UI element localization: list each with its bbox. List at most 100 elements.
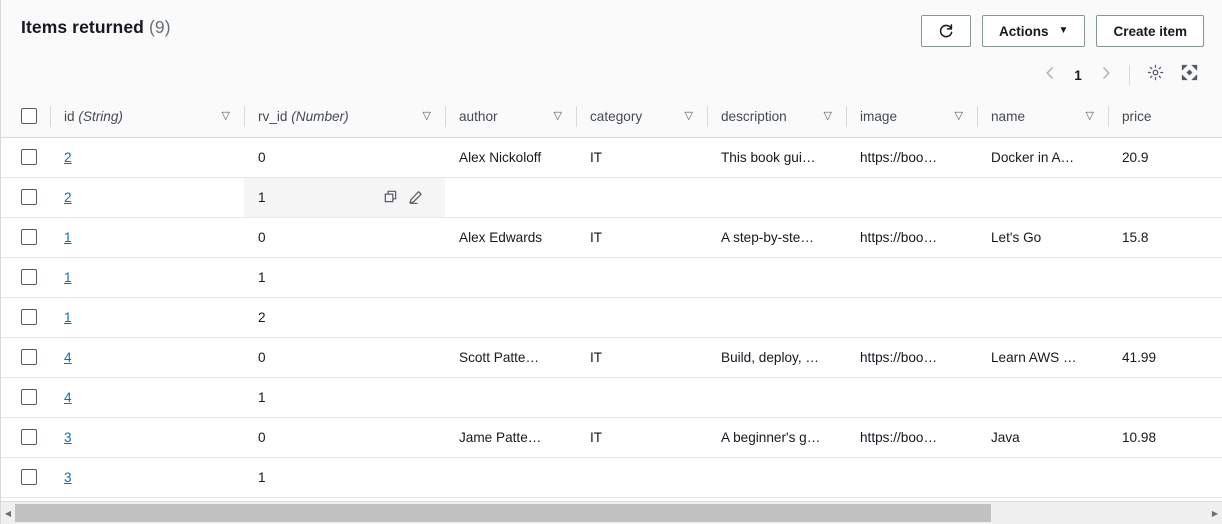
scrollbar-track[interactable] bbox=[15, 502, 1208, 524]
column-header-category: category ▽ bbox=[576, 96, 707, 138]
cell-id: 3 bbox=[50, 417, 244, 458]
actions-dropdown-button[interactable]: Actions ▼ bbox=[982, 15, 1086, 47]
item-id-link[interactable]: 3 bbox=[64, 430, 72, 445]
table-row[interactable]: 1 0 Alex Edwards IT A step-by-ste… https://bo… bbox=[1, 217, 1222, 258]
table-row[interactable]: 3 0 Jame Patte… IT A beginner's g… https://bo… bbox=[1, 417, 1222, 458]
item-id-link[interactable]: 2 bbox=[64, 190, 72, 205]
cell-image: https://boo… bbox=[846, 137, 977, 178]
sort-icon-rv-id[interactable]: ▽ bbox=[423, 110, 431, 122]
row-select-checkbox[interactable] bbox=[21, 349, 37, 365]
sort-icon-id[interactable]: ▽ bbox=[222, 110, 230, 122]
column-divider bbox=[244, 106, 245, 127]
table-row[interactable]: 11 bbox=[1, 257, 1222, 298]
row-select-checkbox[interactable] bbox=[21, 429, 37, 445]
row-select-cell bbox=[1, 217, 50, 258]
cell-category bbox=[576, 377, 707, 418]
scroll-left-arrow-icon[interactable]: ◀ bbox=[1, 502, 15, 524]
sort-icon-category[interactable]: ▽ bbox=[685, 110, 693, 122]
row-select-checkbox[interactable] bbox=[21, 189, 37, 205]
sort-icon-image[interactable]: ▽ bbox=[955, 110, 963, 122]
column-header-name-label: name bbox=[991, 108, 1026, 124]
column-divider bbox=[50, 106, 51, 127]
row-select-checkbox[interactable] bbox=[21, 469, 37, 485]
row-select-cell bbox=[1, 257, 50, 298]
table-body: 2 0 Alex Nickoloff IT This book gui… https://… bbox=[1, 137, 1222, 498]
row-select-checkbox[interactable] bbox=[21, 389, 37, 405]
row-select-cell bbox=[1, 417, 50, 458]
item-id-link[interactable]: 4 bbox=[64, 390, 72, 405]
cell-description: A step-by-ste… bbox=[707, 217, 846, 258]
pagination-next-button[interactable] bbox=[1091, 60, 1121, 90]
pagination-page-1[interactable]: 1 bbox=[1065, 60, 1091, 90]
row-select-checkbox[interactable] bbox=[21, 149, 37, 165]
table-row[interactable]: 41 bbox=[1, 377, 1222, 418]
edit-pencil-icon[interactable] bbox=[408, 190, 423, 205]
cell-category: IT bbox=[576, 137, 707, 178]
cell-id: 2 bbox=[50, 177, 244, 218]
cell-rv-id: 0 bbox=[244, 217, 445, 258]
sort-icon-author[interactable]: ▽ bbox=[554, 110, 562, 122]
table-row[interactable]: 31 bbox=[1, 457, 1222, 498]
cell-image: https://boo… bbox=[846, 417, 977, 458]
scroll-right-arrow-icon[interactable]: ▶ bbox=[1208, 502, 1222, 524]
table-row[interactable]: 4 0 Scott Patte… IT Build, deploy, … https://… bbox=[1, 337, 1222, 378]
cell-price bbox=[1108, 297, 1222, 338]
item-id-link[interactable]: 1 bbox=[64, 230, 72, 245]
cell-description: Build, deploy, … bbox=[707, 337, 846, 378]
column-header-id: id (String) ▽ bbox=[50, 96, 244, 138]
fullscreen-button[interactable] bbox=[1172, 60, 1206, 90]
row-select-cell bbox=[1, 337, 50, 378]
copy-icon[interactable] bbox=[384, 190, 399, 205]
row-select-cell bbox=[1, 137, 50, 178]
item-id-link[interactable]: 1 bbox=[64, 270, 72, 285]
table-row[interactable]: 21 bbox=[1, 177, 1222, 218]
row-select-checkbox[interactable] bbox=[21, 309, 37, 325]
cell-description bbox=[707, 297, 846, 338]
table-row[interactable]: 2 0 Alex Nickoloff IT This book gui… https://… bbox=[1, 137, 1222, 178]
cell-author: Jame Patte… bbox=[445, 417, 576, 458]
cell-description bbox=[707, 177, 846, 218]
row-select-checkbox[interactable] bbox=[21, 269, 37, 285]
chevron-down-icon: ▼ bbox=[1058, 25, 1069, 36]
item-id-link[interactable]: 2 bbox=[64, 150, 72, 165]
column-divider bbox=[977, 106, 978, 127]
cell-rv-id: 1 bbox=[244, 377, 445, 418]
column-header-name: name ▽ bbox=[977, 96, 1108, 138]
cell-image: https://boo… bbox=[846, 337, 977, 378]
cell-rv-id[interactable]: 1 bbox=[244, 177, 445, 218]
column-divider bbox=[1108, 106, 1109, 127]
cell-id: 2 bbox=[50, 137, 244, 178]
row-select-cell bbox=[1, 177, 50, 218]
item-id-link[interactable]: 3 bbox=[64, 470, 72, 485]
horizontal-scrollbar[interactable]: ◀ ▶ bbox=[1, 501, 1222, 524]
column-header-description: description ▽ bbox=[707, 96, 846, 138]
column-header-id-label: id (String) bbox=[64, 108, 123, 124]
column-header-author-label: author bbox=[459, 108, 498, 124]
row-select-checkbox[interactable] bbox=[21, 229, 37, 245]
cell-name: Learn AWS … bbox=[977, 337, 1108, 378]
cell-rv-id: 0 bbox=[244, 417, 445, 458]
cell-id: 4 bbox=[50, 337, 244, 378]
cell-image: https://boo… bbox=[846, 217, 977, 258]
item-id-link[interactable]: 1 bbox=[64, 310, 72, 325]
column-header-rv-id: rv_id (Number) ▽ bbox=[244, 96, 445, 138]
cell-price: 10.98 bbox=[1108, 417, 1222, 458]
create-item-button[interactable]: Create item bbox=[1096, 15, 1204, 47]
select-all-checkbox[interactable] bbox=[21, 108, 37, 125]
table-preferences-button[interactable] bbox=[1138, 60, 1172, 90]
sort-icon-name[interactable]: ▽ bbox=[1086, 110, 1094, 122]
refresh-button[interactable] bbox=[921, 15, 972, 47]
gear-icon bbox=[1147, 64, 1164, 86]
table-row[interactable]: 12 bbox=[1, 297, 1222, 338]
cell-author bbox=[445, 457, 576, 498]
item-id-link[interactable]: 4 bbox=[64, 350, 72, 365]
cell-category bbox=[576, 177, 707, 218]
pagination-prev-button[interactable] bbox=[1035, 60, 1065, 90]
cell-description bbox=[707, 457, 846, 498]
cell-author bbox=[445, 177, 576, 218]
scrollbar-thumb[interactable] bbox=[15, 504, 991, 522]
cell-name: Let's Go bbox=[977, 217, 1108, 258]
table-head: id (String) ▽ rv_id (Number) ▽ author ▽ … bbox=[1, 96, 1222, 138]
sort-icon-description[interactable]: ▽ bbox=[824, 110, 832, 122]
cell-category bbox=[576, 297, 707, 338]
